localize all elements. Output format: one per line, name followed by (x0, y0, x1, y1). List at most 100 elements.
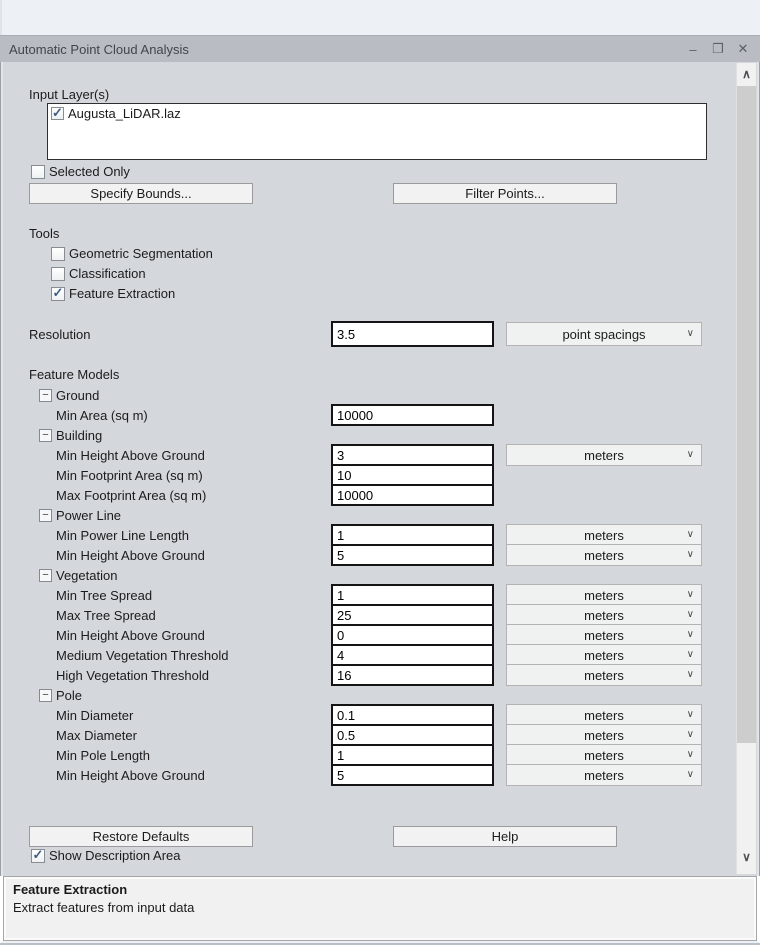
specify-bounds-button[interactable]: Specify Bounds... (29, 183, 253, 204)
building-min-footprint-input[interactable] (331, 464, 494, 486)
feature-extraction-checkbox[interactable]: ✓ (51, 287, 65, 301)
param-row: Min Height Above Ground meters ∨ (1, 545, 711, 565)
chevron-down-icon: ∨ (687, 709, 694, 720)
input-layers-listbox[interactable]: ✓ Augusta_LiDAR.laz (47, 103, 707, 160)
param-label: Medium Vegetation Threshold (56, 648, 331, 663)
chevron-down-icon: ∨ (687, 629, 694, 640)
classification-checkbox[interactable]: ✓ (51, 267, 65, 281)
pole-max-diameter-input[interactable] (331, 724, 494, 746)
close-icon[interactable]: ✕ (735, 40, 751, 58)
unit-value: meters (584, 648, 624, 663)
unit-dropdown[interactable]: meters ∨ (506, 544, 702, 566)
chevron-down-icon: ∨ (687, 328, 694, 339)
selected-only-row[interactable]: ✓ Selected Only (31, 164, 130, 179)
group-name: Vegetation (56, 568, 117, 583)
min-area-input[interactable] (331, 404, 494, 426)
scroll-down-button[interactable]: ∨ (737, 846, 756, 868)
show-description-row[interactable]: ✓ Show Description Area (31, 848, 181, 863)
param-label: Min Tree Spread (56, 588, 331, 603)
building-max-footprint-input[interactable] (331, 484, 494, 506)
resolution-input[interactable] (331, 321, 494, 347)
layer-list-item[interactable]: ✓ Augusta_LiDAR.laz (51, 106, 703, 121)
show-description-label: Show Description Area (49, 848, 181, 863)
group-name: Ground (56, 388, 99, 403)
collapse-icon[interactable]: − (39, 429, 52, 442)
veg-high-threshold-input[interactable] (331, 664, 494, 686)
chevron-down-icon: ∨ (687, 449, 694, 460)
unit-dropdown[interactable]: meters ∨ (506, 584, 702, 606)
param-row: Min Power Line Length meters ∨ (1, 525, 711, 545)
unit-dropdown[interactable]: meters ∨ (506, 444, 702, 466)
unit-dropdown[interactable]: meters ∨ (506, 724, 702, 746)
unit-dropdown[interactable]: meters ∨ (506, 704, 702, 726)
group-vegetation: − Vegetation (1, 565, 711, 585)
selected-only-checkbox[interactable]: ✓ (31, 165, 45, 179)
unit-dropdown[interactable]: meters ∨ (506, 624, 702, 646)
tool-classification[interactable]: ✓ Classification (51, 266, 146, 281)
chevron-down-icon: ∨ (687, 649, 694, 660)
param-label: Max Tree Spread (56, 608, 331, 623)
building-min-height-input[interactable] (331, 444, 494, 466)
input-layers-label: Input Layer(s) (29, 87, 109, 102)
param-row: Min Height Above Ground meters ∨ (1, 445, 711, 465)
tool-geometric-segmentation[interactable]: ✓ Geometric Segmentation (51, 246, 213, 261)
check-icon: ✓ (33, 848, 44, 861)
veg-min-height-input[interactable] (331, 624, 494, 646)
window-controls: – ❐ ✕ (685, 40, 751, 58)
chevron-down-icon: ∨ (687, 589, 694, 600)
layer-checkbox[interactable]: ✓ (51, 107, 64, 120)
minus-glyph: − (42, 510, 48, 521)
feature-models-tree: − Ground Min Area (sq m) − Building Min … (1, 385, 711, 785)
unit-dropdown[interactable]: meters ∨ (506, 744, 702, 766)
minimize-icon[interactable]: – (685, 40, 701, 58)
tool-feature-extraction[interactable]: ✓ Feature Extraction (51, 286, 175, 301)
param-label: Min Power Line Length (56, 528, 331, 543)
chevron-down-icon: ∨ (687, 669, 694, 680)
collapse-icon[interactable]: − (39, 569, 52, 582)
maximize-icon[interactable]: ❐ (710, 40, 726, 58)
minus-glyph: − (42, 390, 48, 401)
powerline-min-height-input[interactable] (331, 544, 494, 566)
vertical-scrollbar[interactable]: ∧ ∨ (736, 63, 756, 874)
param-label: Min Area (sq m) (56, 408, 331, 423)
param-label: Min Height Above Ground (56, 548, 331, 563)
pole-min-length-input[interactable] (331, 744, 494, 766)
unit-dropdown[interactable]: meters ∨ (506, 764, 702, 786)
show-description-checkbox[interactable]: ✓ (31, 849, 45, 863)
pole-min-height-input[interactable] (331, 764, 494, 786)
unit-dropdown[interactable]: meters ∨ (506, 644, 702, 666)
unit-value: meters (584, 668, 624, 683)
filter-points-button[interactable]: Filter Points... (393, 183, 617, 204)
param-row: Min Area (sq m) (1, 405, 711, 425)
powerline-min-length-input[interactable] (331, 524, 494, 546)
pole-min-diameter-input[interactable] (331, 704, 494, 726)
unit-dropdown[interactable]: meters ∨ (506, 524, 702, 546)
layer-name: Augusta_LiDAR.laz (68, 106, 181, 121)
chevron-down-icon: ∨ (687, 529, 694, 540)
param-row: High Vegetation Threshold meters ∨ (1, 665, 711, 685)
chevron-up-icon: ∧ (742, 67, 751, 81)
geometric-segmentation-checkbox[interactable]: ✓ (51, 247, 65, 261)
veg-max-tree-spread-input[interactable] (331, 604, 494, 626)
resolution-unit-dropdown[interactable]: point spacings ∨ (506, 322, 702, 346)
help-button[interactable]: Help (393, 826, 617, 847)
minus-glyph: − (42, 690, 48, 701)
chevron-down-icon: ∨ (687, 729, 694, 740)
collapse-icon[interactable]: − (39, 509, 52, 522)
group-pole: − Pole (1, 685, 711, 705)
chevron-down-icon: ∨ (742, 850, 751, 864)
unit-dropdown[interactable]: meters ∨ (506, 604, 702, 626)
param-label: Max Footprint Area (sq m) (56, 488, 331, 503)
feature-extraction-label: Feature Extraction (69, 286, 175, 301)
scrollbar-thumb[interactable] (737, 86, 756, 743)
group-name: Power Line (56, 508, 121, 523)
unit-dropdown[interactable]: meters ∨ (506, 664, 702, 686)
restore-defaults-button[interactable]: Restore Defaults (29, 826, 253, 847)
unit-value: meters (584, 548, 624, 563)
veg-min-tree-spread-input[interactable] (331, 584, 494, 606)
scroll-up-button[interactable]: ∧ (737, 63, 756, 85)
check-icon: ✓ (52, 106, 63, 119)
veg-medium-threshold-input[interactable] (331, 644, 494, 666)
collapse-icon[interactable]: − (39, 689, 52, 702)
collapse-icon[interactable]: − (39, 389, 52, 402)
